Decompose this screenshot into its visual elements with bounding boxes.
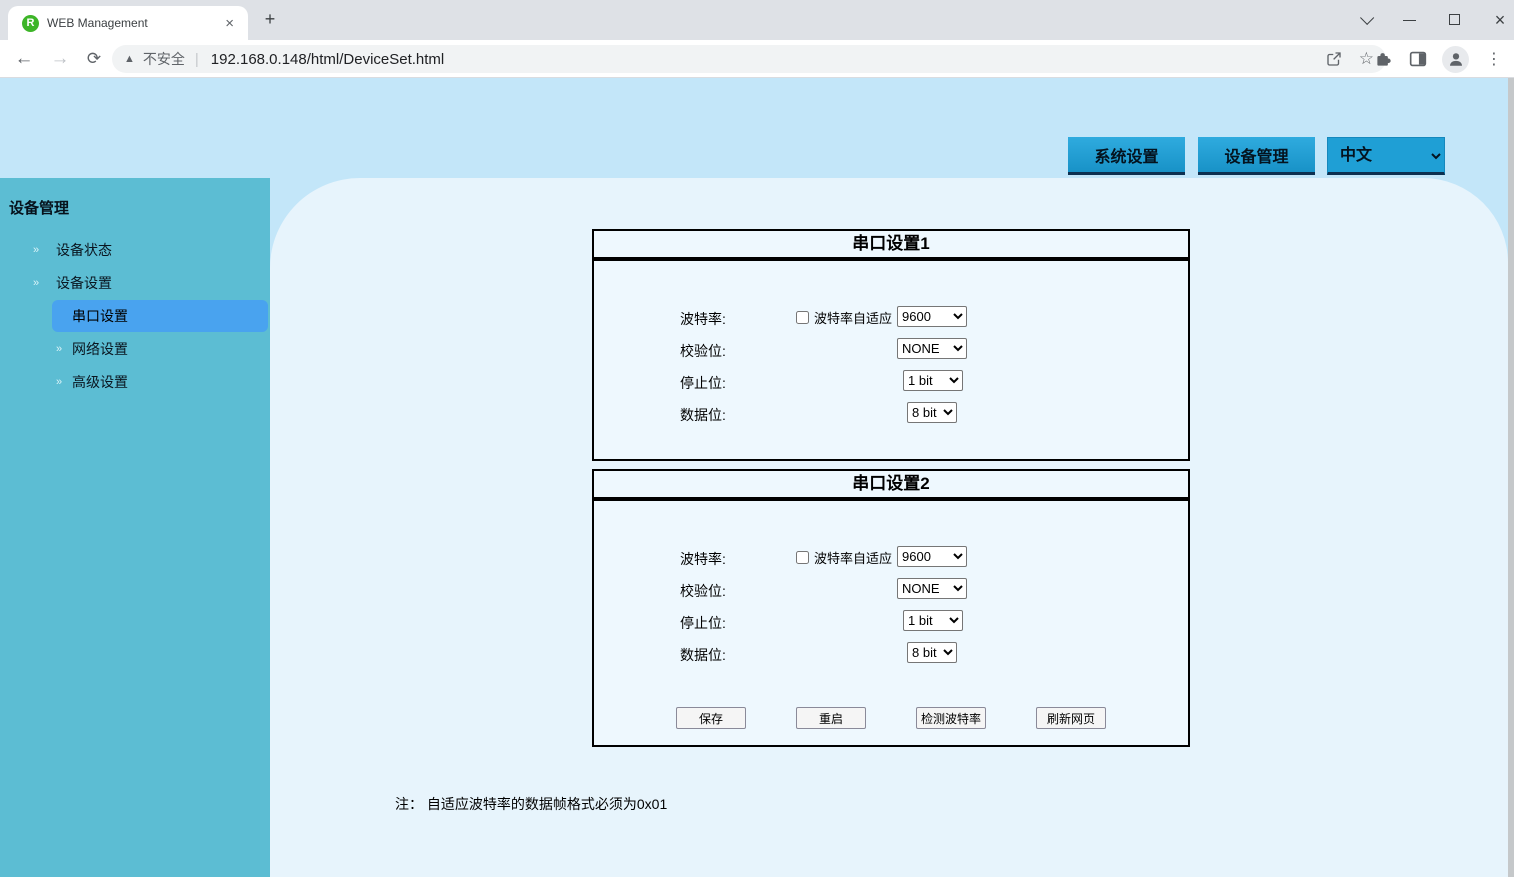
browser-tab[interactable]: R WEB Management × xyxy=(8,6,248,40)
sidebar-item-network-settings[interactable]: » 网络设置 xyxy=(0,333,270,366)
data-bit-label: 数据位: xyxy=(680,645,726,665)
data-bit-select[interactable]: 8 bit xyxy=(907,642,957,663)
baud-rate-select[interactable]: 9600 xyxy=(897,306,967,327)
chevron-icon: » xyxy=(56,333,62,366)
baud-rate-label: 波特率: xyxy=(680,549,726,569)
serial-panel-2-title: 串口设置2 xyxy=(592,469,1190,499)
browser-toolbar: ← → ⟳ ▲ 不安全 | 192.168.0.148/html/DeviceS… xyxy=(0,40,1514,78)
person-icon xyxy=(1447,50,1465,68)
extensions-puzzle-icon[interactable] xyxy=(1373,49,1394,70)
site-favicon-icon: R xyxy=(22,15,39,32)
new-tab-button[interactable]: + xyxy=(258,8,282,32)
stop-bit-select[interactable]: 1 bit xyxy=(903,370,963,391)
footnote: 注： 自适应波特率的数据帧格式必须为0x01 xyxy=(395,794,667,814)
address-bar[interactable]: ▲ 不安全 | 192.168.0.148/html/DeviceSet.htm… xyxy=(112,45,1386,73)
sidebar: 设备管理 » 设备状态 » 设备设置 串口设置 » 网络设置 » 高级设置 xyxy=(0,178,270,877)
system-settings-button[interactable]: 系统设置 xyxy=(1068,137,1185,175)
web-page: 设备管理 » 设备状态 » 设备设置 串口设置 » 网络设置 » 高级设置 系统… xyxy=(0,78,1514,877)
sidebar-item-advanced-settings[interactable]: » 高级设置 xyxy=(0,366,270,399)
sidebar-item-device-status[interactable]: » 设备状态 xyxy=(0,234,270,267)
browser-menu-icon[interactable]: ⋮ xyxy=(1482,49,1506,69)
browser-titlebar: R WEB Management × + × xyxy=(0,0,1514,40)
stop-bit-label: 停止位: xyxy=(680,373,726,393)
profile-avatar[interactable] xyxy=(1442,46,1469,73)
window-chevron-icon[interactable] xyxy=(1360,10,1374,24)
sidebar-item-serial-settings[interactable]: 串口设置 xyxy=(52,300,268,332)
chevron-icon: » xyxy=(56,366,62,399)
refresh-page-button[interactable]: 刷新网页 xyxy=(1036,707,1106,729)
minimize-button[interactable] xyxy=(1403,20,1416,21)
share-icon[interactable] xyxy=(1325,50,1343,68)
parity-select[interactable]: NONE xyxy=(897,578,967,599)
baud-rate-label: 波特率: xyxy=(680,309,726,329)
address-divider: | xyxy=(195,51,199,68)
restart-button[interactable]: 重启 xyxy=(796,707,866,729)
tab-title: WEB Management xyxy=(47,16,221,30)
side-panel-icon[interactable] xyxy=(1407,48,1429,70)
window-controls: × xyxy=(1357,0,1508,40)
not-secure-label[interactable]: 不安全 xyxy=(143,49,185,69)
baud-auto-checkbox[interactable] xyxy=(796,311,809,324)
data-bit-label: 数据位: xyxy=(680,405,726,425)
tab-close-icon[interactable]: × xyxy=(221,15,238,32)
chevron-icon: » xyxy=(33,234,39,267)
close-button[interactable]: × xyxy=(1492,10,1508,31)
save-button[interactable]: 保存 xyxy=(676,707,746,729)
action-buttons-row: 保存 重启 检测波特率 刷新网页 xyxy=(592,707,1190,731)
language-select[interactable]: 中文 xyxy=(1327,137,1445,175)
parity-label: 校验位: xyxy=(680,341,726,361)
url-text[interactable]: 192.168.0.148/html/DeviceSet.html xyxy=(211,51,1325,68)
page-scrollbar[interactable] xyxy=(1508,78,1514,877)
maximize-button[interactable] xyxy=(1449,14,1460,25)
baud-auto-label: 波特率自适应 xyxy=(814,308,892,327)
parity-select[interactable]: NONE xyxy=(897,338,967,359)
baud-auto-checkbox[interactable] xyxy=(796,551,809,564)
reload-icon[interactable]: ⟳ xyxy=(80,40,108,78)
device-management-button[interactable]: 设备管理 xyxy=(1198,137,1315,175)
forward-icon: → xyxy=(46,40,74,78)
bookmark-star-icon[interactable]: ☆ xyxy=(1359,49,1374,69)
sidebar-title: 设备管理 xyxy=(9,197,69,218)
baud-rate-select[interactable]: 9600 xyxy=(897,546,967,567)
serial-panel-1: 波特率: 波特率自适应 9600 校验位: NONE 停止位: 1 bit 数据… xyxy=(592,259,1190,461)
back-icon[interactable]: ← xyxy=(10,40,38,78)
not-secure-warning-icon[interactable]: ▲ xyxy=(124,53,135,65)
parity-label: 校验位: xyxy=(680,581,726,601)
chevron-icon: » xyxy=(33,267,39,300)
sidebar-item-device-settings[interactable]: » 设备设置 xyxy=(0,267,270,300)
sidebar-menu: » 设备状态 » 设备设置 串口设置 » 网络设置 » 高级设置 xyxy=(0,234,270,399)
serial-panel-1-title: 串口设置1 xyxy=(592,229,1190,259)
data-bit-select[interactable]: 8 bit xyxy=(907,402,957,423)
stop-bit-label: 停止位: xyxy=(680,613,726,633)
stop-bit-select[interactable]: 1 bit xyxy=(903,610,963,631)
baud-auto-label: 波特率自适应 xyxy=(814,548,892,567)
detect-baud-button[interactable]: 检测波特率 xyxy=(916,707,986,729)
